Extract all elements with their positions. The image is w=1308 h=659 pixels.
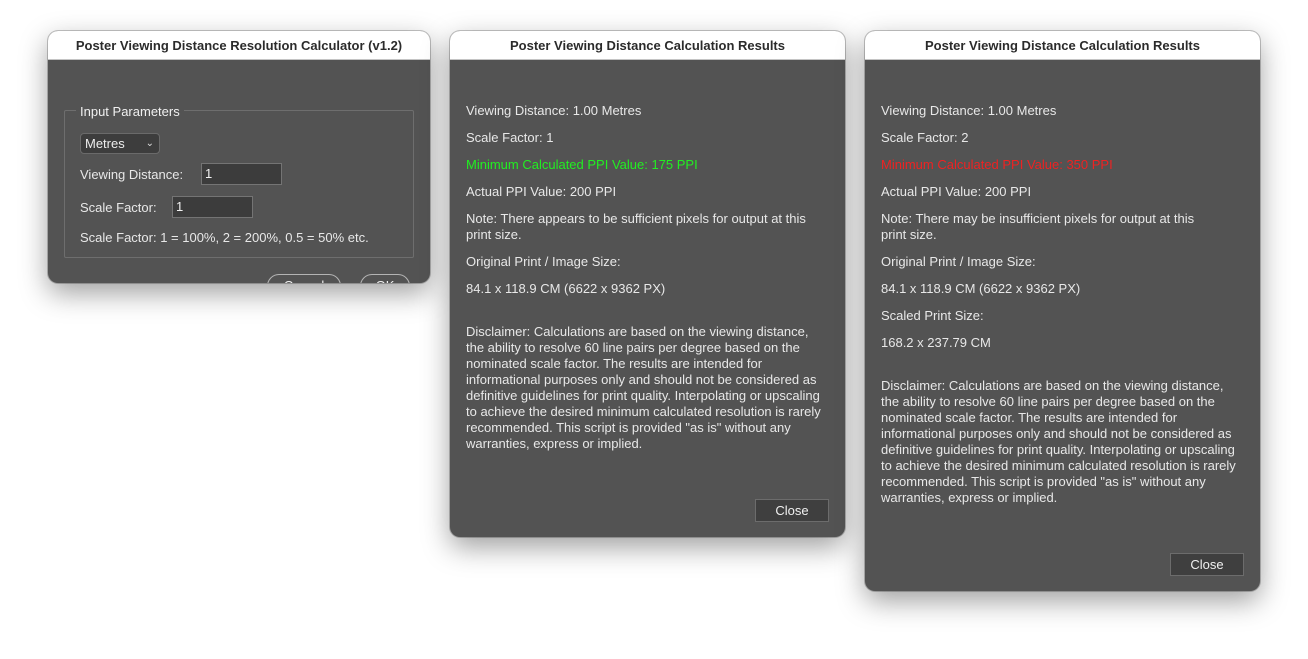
viewing-distance-label: Viewing Distance: xyxy=(80,167,184,182)
min-ppi-text: Minimum Calculated PPI Value: 350 PPI xyxy=(881,157,1113,172)
results-dialog-2: Poster Viewing Distance Calculation Resu… xyxy=(865,31,1260,591)
scale-factor-text: Scale Factor: 2 xyxy=(881,130,969,145)
unit-select-value: Metres xyxy=(85,136,125,151)
scale-factor-text: Scale Factor: 1 xyxy=(466,130,554,145)
viewing-distance-text: Viewing Distance: 1.00 Metres xyxy=(881,103,1057,118)
scale-factor-label: Scale Factor: xyxy=(80,200,157,215)
scaled-size-label: Scaled Print Size: xyxy=(881,308,984,323)
results-dialog-1: Poster Viewing Distance Calculation Resu… xyxy=(450,31,845,537)
original-size-label: Original Print / Image Size: xyxy=(466,254,621,269)
scale-factor-hint: Scale Factor: 1 = 100%, 2 = 200%, 0.5 = … xyxy=(80,230,369,245)
disclaimer-text: Disclaimer: Calculations are based on th… xyxy=(881,378,1236,505)
close-button[interactable]: Close xyxy=(755,499,829,522)
viewing-distance-input[interactable]: 1 xyxy=(201,163,282,185)
original-size-label: Original Print / Image Size: xyxy=(881,254,1036,269)
note-text: Note: There appears to be sufficient pix… xyxy=(466,211,806,242)
actual-ppi-text: Actual PPI Value: 200 PPI xyxy=(466,184,617,199)
scaled-size-value: 168.2 x 237.79 CM xyxy=(881,335,991,350)
viewing-distance-text: Viewing Distance: 1.00 Metres xyxy=(466,103,642,118)
cancel-button[interactable]: Cancel xyxy=(267,274,341,283)
input-dialog: Poster Viewing Distance Resolution Calcu… xyxy=(48,31,430,283)
close-button[interactable]: Close xyxy=(1170,553,1244,576)
input-dialog-title: Poster Viewing Distance Resolution Calcu… xyxy=(48,31,430,60)
disclaimer-text: Disclaimer: Calculations are based on th… xyxy=(466,324,821,451)
results-dialog-2-title: Poster Viewing Distance Calculation Resu… xyxy=(865,31,1260,60)
actual-ppi-text: Actual PPI Value: 200 PPI xyxy=(881,184,1032,199)
unit-select[interactable]: Metres ⌄ xyxy=(80,133,160,154)
original-size-value: 84.1 x 118.9 CM (6622 x 9362 PX) xyxy=(881,281,1081,296)
note-text: Note: There may be insufficient pixels f… xyxy=(881,211,1195,242)
input-parameters-label: Input Parameters xyxy=(76,104,184,120)
chevron-down-icon: ⌄ xyxy=(145,138,154,149)
scale-factor-input[interactable]: 1 xyxy=(172,196,253,218)
original-size-value: 84.1 x 118.9 CM (6622 x 9362 PX) xyxy=(466,281,666,296)
min-ppi-text: Minimum Calculated PPI Value: 175 PPI xyxy=(466,157,698,172)
results-dialog-1-title: Poster Viewing Distance Calculation Resu… xyxy=(450,31,845,60)
ok-button[interactable]: OK xyxy=(360,274,410,283)
